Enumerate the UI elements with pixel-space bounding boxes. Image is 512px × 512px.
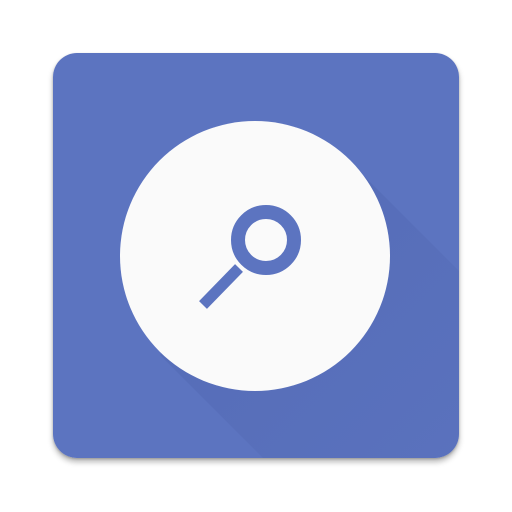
app-icon-artwork bbox=[53, 53, 459, 458]
app-icon[interactable] bbox=[53, 53, 459, 458]
white-disc bbox=[120, 121, 390, 391]
launcher-canvas bbox=[0, 0, 512, 512]
